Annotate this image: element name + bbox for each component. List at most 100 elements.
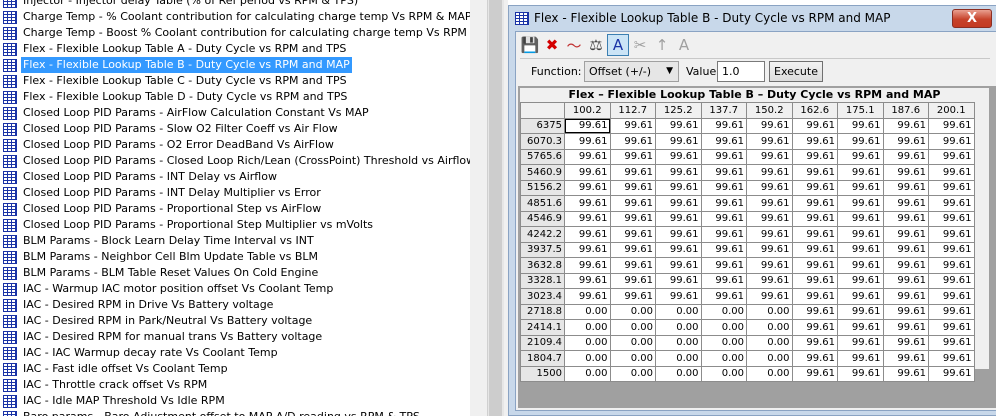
table-cell[interactable]: 99.61 — [837, 241, 884, 258]
row-header[interactable]: 5765.6 — [520, 148, 565, 165]
balance-icon[interactable]: ⚖ — [585, 34, 607, 56]
table-cell[interactable]: 99.61 — [564, 241, 611, 258]
table-cell[interactable]: 0.00 — [609, 334, 656, 351]
tree-item[interactable]: Injector - Injector delay Table (% of Re… — [0, 0, 470, 9]
table-cell[interactable]: 99.61 — [837, 334, 884, 351]
column-header[interactable]: 112.7 — [609, 102, 656, 119]
table-cell[interactable]: 99.61 — [837, 303, 884, 320]
table-cell[interactable]: 0.00 — [655, 350, 702, 367]
row-header[interactable]: 2109.4 — [520, 334, 565, 351]
tree-item[interactable]: Charge Temp - Boost % Coolant contributi… — [0, 25, 470, 41]
table-cell[interactable]: 99.61 — [928, 148, 975, 165]
table-cell[interactable]: 99.61 — [882, 117, 929, 134]
table-cell[interactable]: 0.00 — [700, 303, 747, 320]
table-cell[interactable]: 0.00 — [700, 319, 747, 336]
table-cell[interactable]: 99.61 — [746, 148, 793, 165]
table-cell[interactable]: 99.61 — [609, 288, 656, 305]
table-cell[interactable]: 99.61 — [655, 133, 702, 150]
tree-item[interactable]: Flex - Flexible Lookup Table B - Duty Cy… — [0, 57, 470, 73]
table-cell[interactable]: 99.61 — [837, 148, 884, 165]
table-cell[interactable]: 99.61 — [609, 226, 656, 243]
table-cell[interactable]: 0.00 — [746, 303, 793, 320]
table-cell[interactable]: 99.61 — [700, 272, 747, 289]
table-cell[interactable]: 99.61 — [882, 148, 929, 165]
table-cell[interactable]: 0.00 — [655, 365, 702, 382]
row-header[interactable]: 3328.1 — [520, 272, 565, 289]
tree-item[interactable]: Closed Loop PID Params - Closed Loop Ric… — [0, 153, 470, 169]
table-cell[interactable]: 0.00 — [700, 365, 747, 382]
table-cell[interactable]: 99.61 — [837, 319, 884, 336]
table-cell[interactable]: 99.61 — [882, 226, 929, 243]
tree-item[interactable]: IAC - Desired RPM in Drive Vs Battery vo… — [0, 297, 470, 313]
table-cell[interactable]: 99.61 — [655, 179, 702, 196]
table-cell[interactable]: 99.61 — [791, 133, 838, 150]
table-cell[interactable]: 99.61 — [928, 365, 975, 382]
table-cell[interactable]: 99.61 — [564, 179, 611, 196]
table-cell[interactable]: 99.61 — [837, 210, 884, 227]
close-button[interactable]: X — [952, 9, 992, 28]
table-cell[interactable]: 99.61 — [791, 319, 838, 336]
table-cell[interactable]: 99.61 — [928, 241, 975, 258]
row-header[interactable]: 4546.9 — [520, 210, 565, 227]
table-cell[interactable]: 99.61 — [564, 288, 611, 305]
table-cell[interactable]: 99.61 — [655, 117, 702, 134]
table-cell[interactable]: 99.61 — [882, 210, 929, 227]
table-cell[interactable]: 99.61 — [791, 365, 838, 382]
tree-item[interactable]: IAC - Throttle crack offset Vs RPM — [0, 377, 470, 393]
table-cell[interactable]: 99.61 — [791, 179, 838, 196]
row-header[interactable]: 5156.2 — [520, 179, 565, 196]
cut-icon[interactable]: ✂ — [629, 34, 651, 56]
table-cell[interactable]: 99.61 — [655, 241, 702, 258]
table-cell[interactable]: 99.61 — [928, 303, 975, 320]
table-cell[interactable]: 99.61 — [791, 117, 838, 134]
column-header[interactable]: 150.2 — [746, 102, 793, 119]
tree-item[interactable]: Closed Loop PID Params - AirFlow Calcula… — [0, 105, 470, 121]
table-cell[interactable]: 99.61 — [746, 288, 793, 305]
table-cell[interactable]: 99.61 — [746, 241, 793, 258]
table-cell[interactable]: 99.61 — [746, 272, 793, 289]
table-cell[interactable]: 99.61 — [791, 164, 838, 181]
column-header[interactable]: 187.6 — [882, 102, 929, 119]
table-cell[interactable]: 99.61 — [837, 133, 884, 150]
table-tree-list[interactable]: Injector - Injector delay Table (% of Re… — [0, 0, 470, 416]
table-cell[interactable]: 99.61 — [609, 257, 656, 274]
table-cell[interactable]: 99.61 — [928, 195, 975, 212]
tree-item[interactable]: Closed Loop PID Params - Proportional St… — [0, 201, 470, 217]
tree-item[interactable]: BLM Params - Neighbor Cell Blm Update Ta… — [0, 249, 470, 265]
table-cell[interactable]: 99.61 — [609, 164, 656, 181]
table-cell[interactable]: 99.61 — [882, 257, 929, 274]
tree-item[interactable]: IAC - Desired RPM in Park/Neutral Vs Bat… — [0, 313, 470, 329]
row-header[interactable]: 6375 — [520, 117, 565, 134]
table-cell[interactable]: 99.61 — [928, 288, 975, 305]
table-cell[interactable]: 99.61 — [700, 148, 747, 165]
row-header[interactable]: 2414.1 — [520, 319, 565, 336]
table-cell[interactable]: 99.61 — [700, 210, 747, 227]
row-header[interactable]: 4851.6 — [520, 195, 565, 212]
column-header[interactable]: 200.1 — [928, 102, 975, 119]
tree-item[interactable]: Flex - Flexible Lookup Table A - Duty Cy… — [0, 41, 470, 57]
table-cell[interactable]: 0.00 — [746, 350, 793, 367]
font-a-icon[interactable]: A — [607, 34, 629, 56]
graph-icon[interactable]: 〜 — [563, 34, 585, 56]
window-titlebar[interactable]: Flex - Flexible Lookup Table B - Duty Cy… — [509, 6, 996, 31]
table-cell[interactable]: 99.61 — [882, 303, 929, 320]
table-cell[interactable]: 99.61 — [564, 148, 611, 165]
table-cell[interactable]: 99.61 — [564, 164, 611, 181]
table-cell[interactable]: 99.61 — [655, 195, 702, 212]
table-cell[interactable]: 0.00 — [746, 365, 793, 382]
table-cell[interactable]: 99.61 — [791, 350, 838, 367]
table-cell[interactable]: 99.61 — [609, 179, 656, 196]
font-a-disabled-icon[interactable]: A — [673, 34, 695, 56]
table-cell[interactable]: 99.61 — [882, 179, 929, 196]
table-cell[interactable]: 99.61 — [837, 195, 884, 212]
table-cell[interactable]: 99.61 — [928, 164, 975, 181]
table-cell[interactable]: 99.61 — [882, 133, 929, 150]
execute-button[interactable]: Execute — [769, 61, 823, 82]
table-cell[interactable]: 99.61 — [609, 210, 656, 227]
row-header[interactable]: 1500 — [520, 365, 565, 382]
tree-item[interactable]: IAC - Desired RPM for manual trans Vs Ba… — [0, 329, 470, 345]
table-cell[interactable]: 99.61 — [837, 117, 884, 134]
table-cell[interactable]: 99.61 — [837, 288, 884, 305]
table-cell[interactable]: 99.61 — [564, 117, 611, 134]
table-cell[interactable]: 99.61 — [700, 226, 747, 243]
